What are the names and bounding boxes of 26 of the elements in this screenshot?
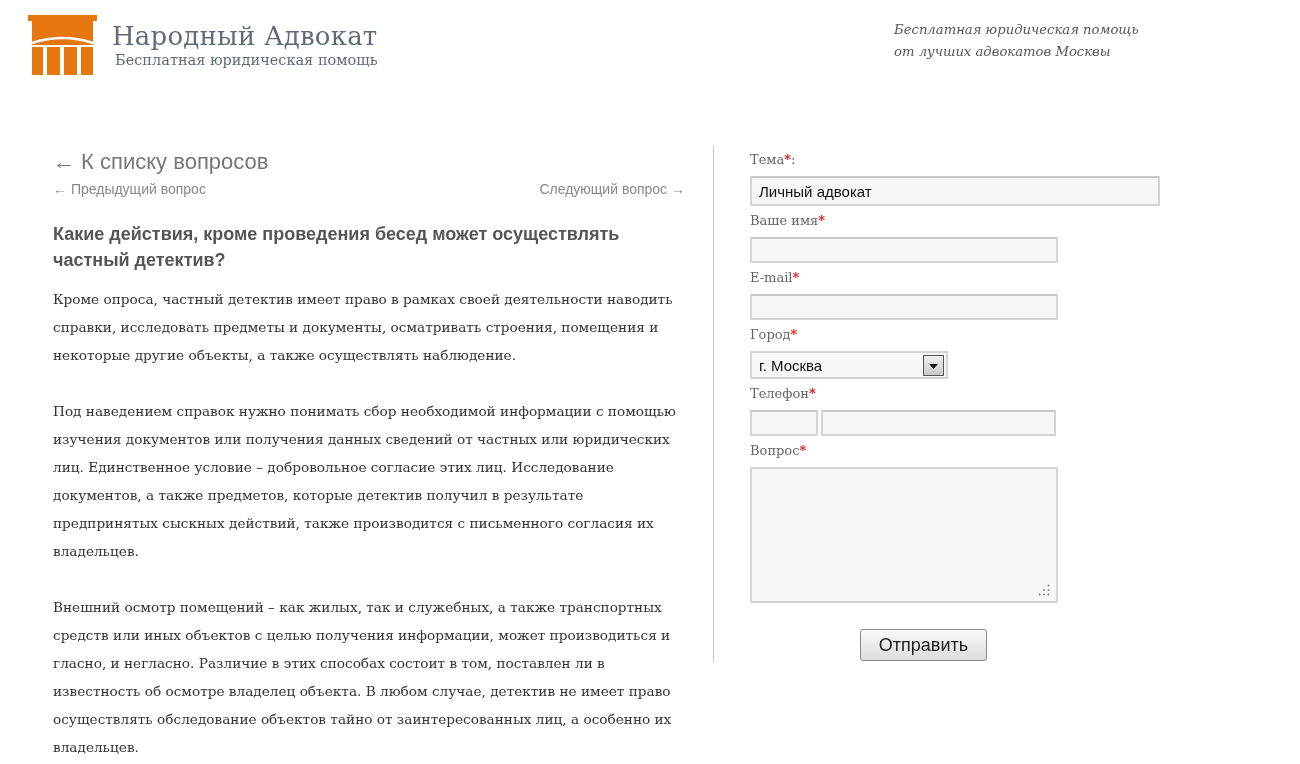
site-subtitle: Бесплатная юридическая помощь (115, 51, 378, 69)
phone-code-input[interactable] (750, 410, 818, 436)
submit-button[interactable]: Отправить (860, 629, 987, 661)
field-label: E-mail* (750, 269, 800, 287)
city-select[interactable]: г. Москва (750, 351, 948, 379)
phone-number-input[interactable] (821, 410, 1056, 436)
tagline: Бесплатная юридическая помощь от лучших адвокатов Москвы (894, 21, 1140, 61)
field-label: Тема*: (750, 151, 796, 169)
topic-input[interactable]: Личный адвокат (750, 176, 1160, 206)
back-to-list-link[interactable]: ← К списку вопросов (53, 149, 269, 175)
next-question-link[interactable]: Следующий вопрос → (539, 180, 685, 198)
answer-paragraph: Под наведением справок нужно понимать сбор необходимой информации с помощью изучения документов или получения данных сведений от частных или юридических лиц. Единственное условие – добровольное согласие этих лиц. Исследование документов, а также предметов, которые детектив получил в результате предпринятых сыскных действий, также производится с письменного согласия их владельцев. (53, 402, 677, 561)
site-title: Народный Адвокат (112, 21, 378, 51)
text-input[interactable] (750, 237, 1058, 263)
field-label: Вопрос* (750, 442, 807, 460)
text-input[interactable] (750, 294, 1058, 320)
question-title: Какие действия, кроме проведения бесед может осуществлять частный детектив? (53, 223, 621, 272)
field-label: Телефон* (750, 385, 816, 403)
answer-paragraph: Внешний осмотр помещений – как жилых, так и служебных, а также транспортных средств или иных объектов с целью получения информации, может производиться и гласно, и негласно. Различие в этих способах состоит в том, поставлен ли в известность об осмотре владелец объекта. В любом случае, детектив не имеет право осуществлять обследование объектов тайно от заинтересованных лиц, а особенно их владельцев. (53, 598, 673, 757)
field-label: Город* (750, 326, 798, 344)
answer-paragraph: Кроме опроса, частный детектив имеет право в рамках своей деятельности наводить справки, исследовать предметы и документы, осматривать строения, помещения и некоторые другие объекты, а также осуществлять наблюдение. (53, 290, 674, 365)
previous-question-link[interactable]: ← Предыдущий вопрос (53, 180, 206, 198)
question-textarea[interactable] (750, 467, 1058, 603)
field-label: Ваше имя* (750, 212, 825, 230)
columns-logo-icon (28, 15, 97, 75)
resize-grip-icon[interactable] (1038, 584, 1050, 596)
